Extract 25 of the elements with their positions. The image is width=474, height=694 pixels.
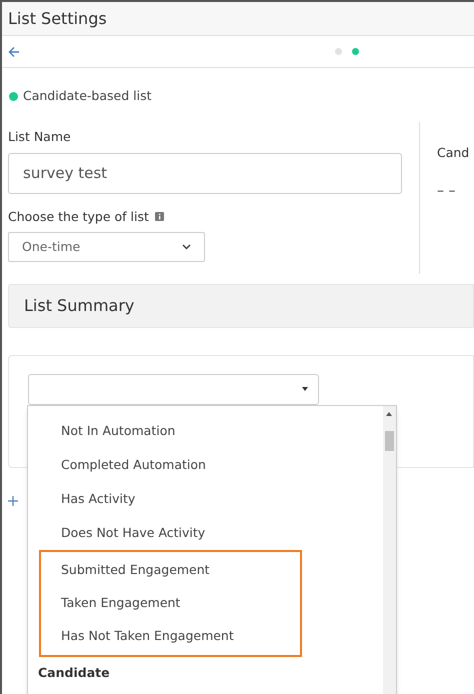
chevron-down-icon	[182, 244, 191, 250]
group-heading: Candidate	[37, 664, 111, 682]
add-icon[interactable]	[8, 496, 18, 506]
dropdown-option[interactable]: Completed Automation	[28, 448, 380, 482]
stat-value: – –	[437, 182, 456, 200]
dropdown-option[interactable]: Not In Automation	[28, 414, 380, 448]
dropdown-option[interactable]: Taken Engagement	[41, 587, 300, 620]
list-type-label: Candidate-based list	[23, 87, 152, 105]
scroll-up-icon[interactable]	[386, 412, 392, 416]
info-icon[interactable]	[154, 212, 164, 222]
caret-icon	[302, 387, 308, 392]
field-label: Choose the type of list	[8, 208, 149, 226]
scrollbar[interactable]	[383, 406, 396, 694]
list-type-select[interactable]: One-time	[8, 232, 205, 262]
section-title: List Summary	[24, 294, 134, 317]
field-label: List Name	[8, 128, 72, 146]
stat-label: Cand	[437, 144, 470, 162]
dropdown-option[interactable]: Has Not Taken Engagement	[41, 620, 300, 653]
list-name-field[interactable]: survey test	[8, 152, 402, 194]
back-arrow-icon[interactable]	[8, 46, 20, 58]
scroll-thumb[interactable]	[385, 431, 394, 451]
dropdown-option[interactable]: Submitted Engagement	[41, 554, 300, 587]
dropdown-option[interactable]: Has Activity	[28, 482, 380, 516]
dropdown-option[interactable]: Does Not Have Activity	[28, 516, 380, 550]
window-title: List Settings	[8, 8, 107, 30]
